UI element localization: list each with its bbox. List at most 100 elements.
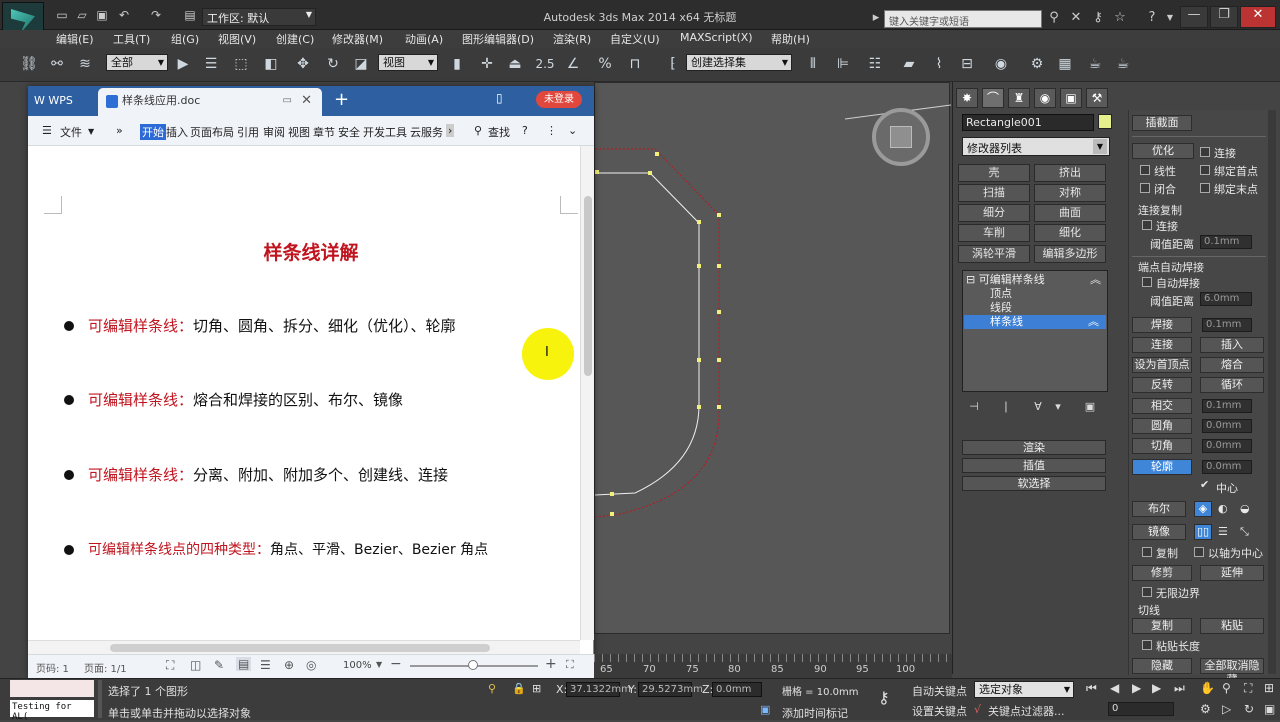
ribbon-tab-page-layout[interactable]: 页面布局 [190, 124, 234, 140]
zoom-out-icon[interactable]: − [390, 656, 402, 672]
panel-scrollbar[interactable] [1268, 110, 1276, 674]
named-selection-dropdown[interactable]: 创建选择集 ▼ [686, 54, 792, 71]
modifier-extrude-button[interactable]: 挤出 [1034, 164, 1106, 182]
select-manipulate-icon[interactable]: ✛ [476, 53, 498, 75]
cross-insert-button[interactable]: 相交 [1132, 398, 1192, 414]
cross-insert-spinner[interactable]: 0.1mm [1202, 399, 1252, 413]
chamfer-spinner[interactable]: 0.0mm [1202, 439, 1252, 453]
intersection-icon[interactable]: ◒ [1240, 502, 1250, 515]
wps-home-tab[interactable]: W WPS [30, 90, 92, 112]
menu-animation[interactable]: 动画(A) [405, 31, 443, 47]
more-options-icon[interactable]: ⋮ [546, 124, 557, 137]
threshold-spinner[interactable]: 0.1mm [1200, 235, 1252, 249]
bind-last-checkbox[interactable] [1200, 183, 1210, 193]
hamburger-icon[interactable]: ☰ [42, 124, 52, 137]
close-tab-icon[interactable]: ✕ [301, 88, 312, 114]
infinite-bounds-checkbox[interactable] [1142, 587, 1152, 597]
isolate-selection-icon[interactable]: ⚲ [488, 682, 496, 695]
favorites-star-icon[interactable]: ☆ [1112, 10, 1128, 26]
y-coord-field[interactable]: 29.5273mm [638, 682, 703, 697]
modifier-shell-button[interactable]: 壳 [958, 164, 1030, 182]
info-search-input[interactable]: 键入关键字或短语 [884, 10, 1042, 28]
help-icon[interactable]: ? [522, 124, 528, 137]
outline-spinner[interactable]: 0.0mm [1202, 460, 1252, 474]
stack-item-segment[interactable]: 线段 [990, 301, 1012, 315]
menu-group[interactable]: 组(G) [171, 31, 199, 47]
select-by-name-icon[interactable]: ☰ [200, 53, 222, 75]
fuse-button[interactable]: 熔合 [1200, 357, 1264, 373]
zoom-percent[interactable]: 100% [343, 660, 372, 671]
select-object-icon[interactable]: ▶ [172, 53, 194, 75]
time-config-icon[interactable]: ⚙ [1200, 702, 1211, 716]
ribbon-more-icon[interactable]: » [116, 124, 123, 137]
paste-length-checkbox[interactable] [1142, 640, 1152, 650]
rollout-rendering[interactable]: 渲染 [962, 440, 1106, 455]
paste-tangent-button[interactable]: 粘贴 [1200, 618, 1264, 634]
mirror-both-icon[interactable]: ⤡ [1240, 525, 1249, 539]
zoom-icon[interactable]: ⚲ [1222, 681, 1231, 695]
tab-window-icon[interactable]: ▭ [283, 88, 292, 114]
center-checkmark-icon[interactable]: ✔ [1200, 478, 1209, 491]
menu-modifiers[interactable]: 修改器(M) [332, 31, 383, 47]
ribbon-tab-chapter[interactable]: 章节 [313, 124, 335, 140]
connect-copy-checkbox[interactable] [1142, 220, 1152, 230]
outline-view-icon[interactable]: ☰ [260, 658, 271, 672]
auto-key-button[interactable]: 自动关键点 [912, 683, 967, 699]
set-key-icon[interactable]: ⚷ [878, 688, 890, 707]
collapse-ribbon-icon[interactable]: ⌄ [568, 124, 577, 137]
modifier-edit-poly-button[interactable]: 编辑多边形 [1034, 245, 1106, 263]
orbit-icon[interactable]: ↻ [1244, 702, 1254, 716]
modifier-sweep-button[interactable]: 扫描 [958, 184, 1030, 202]
menu-graph-editors[interactable]: 图形编辑器(D) [462, 31, 534, 47]
spinner-snap-icon[interactable]: ⊓ [624, 53, 646, 75]
chevron-down-icon[interactable]: ▼ [88, 127, 94, 136]
window-crossing-icon[interactable]: ◧ [260, 53, 282, 75]
weld-spinner[interactable]: 0.1mm [1202, 318, 1252, 332]
extend-button[interactable]: 延伸 [1200, 565, 1264, 581]
zoom-in-icon[interactable]: + [545, 656, 557, 672]
file-menu[interactable]: 文件 [60, 124, 82, 140]
snap-toggle-icon[interactable]: 2.5 [534, 53, 556, 75]
modifier-subdivide-button[interactable]: 细分 [958, 204, 1030, 222]
binoculars-icon[interactable]: ⚲ [1046, 10, 1062, 26]
cross-section-button[interactable]: 插截面 [1132, 115, 1192, 131]
login-button[interactable]: 未登录 [536, 91, 582, 108]
layer-manager-icon[interactable]: ☷ [864, 53, 886, 75]
copy-checkbox[interactable] [1142, 547, 1152, 557]
motion-tab-icon[interactable]: ◉ [1034, 88, 1056, 108]
render-setup-icon[interactable]: ⚙ [1026, 53, 1048, 75]
copy-tangent-button[interactable]: 复制 [1132, 618, 1192, 634]
ribbon-tab-home[interactable]: 开始 [140, 124, 166, 140]
union-icon[interactable]: ◈ [1194, 501, 1212, 517]
modifier-turbosmooth-button[interactable]: 涡轮平滑 [958, 245, 1030, 263]
mirror-horizontal-icon[interactable]: ▯▯ [1194, 524, 1212, 540]
schematic-view-icon[interactable]: ⊟ [956, 53, 978, 75]
new-tab-plus-icon[interactable]: + [334, 89, 349, 110]
ribbon-tab-developer[interactable]: 开发工具 [363, 124, 407, 140]
document-vertical-scrollbar[interactable] [580, 146, 594, 640]
modify-tab-icon[interactable]: ⌒ [982, 88, 1004, 108]
mirror-icon[interactable]: ⫴ [802, 53, 824, 75]
wps-window-mode-icon[interactable]: ▯ [496, 91, 503, 105]
refine-button[interactable]: 优化 [1132, 143, 1194, 159]
info-center-arrow-icon[interactable]: ▸ [868, 10, 884, 26]
search-icon[interactable]: ⚲ [474, 124, 482, 137]
show-end-result-icon[interactable]: ❘ [998, 400, 1014, 414]
go-to-end-icon[interactable]: ⏭ [1174, 681, 1185, 696]
rollout-interpolation[interactable]: 插值 [962, 458, 1106, 473]
make-first-button[interactable]: 设为首顶点 [1132, 357, 1192, 373]
fit-page-icon[interactable]: ⛶ [566, 658, 574, 672]
linear-checkbox[interactable] [1140, 165, 1150, 175]
key-set-dropdown[interactable]: 选定对象 ▼ [974, 681, 1074, 698]
trim-button[interactable]: 修剪 [1132, 565, 1192, 581]
boolean-button[interactable]: 布尔 [1132, 501, 1186, 517]
ribbon-tab-review[interactable]: 审阅 [263, 124, 285, 140]
unlink-icon[interactable]: ⚯ [46, 53, 68, 75]
workspace-dropdown[interactable]: 工作区: 默认 ▼ [202, 8, 316, 26]
rendered-frame-window-icon[interactable]: ▦ [1054, 53, 1076, 75]
page-view-icon[interactable]: ▤ [236, 657, 252, 671]
scroll-thumb[interactable] [584, 196, 592, 376]
save-file-icon[interactable]: ▣ [94, 8, 110, 22]
read-mode-icon[interactable]: ◫ [190, 658, 201, 672]
hide-button[interactable]: 隐藏 [1132, 658, 1192, 674]
